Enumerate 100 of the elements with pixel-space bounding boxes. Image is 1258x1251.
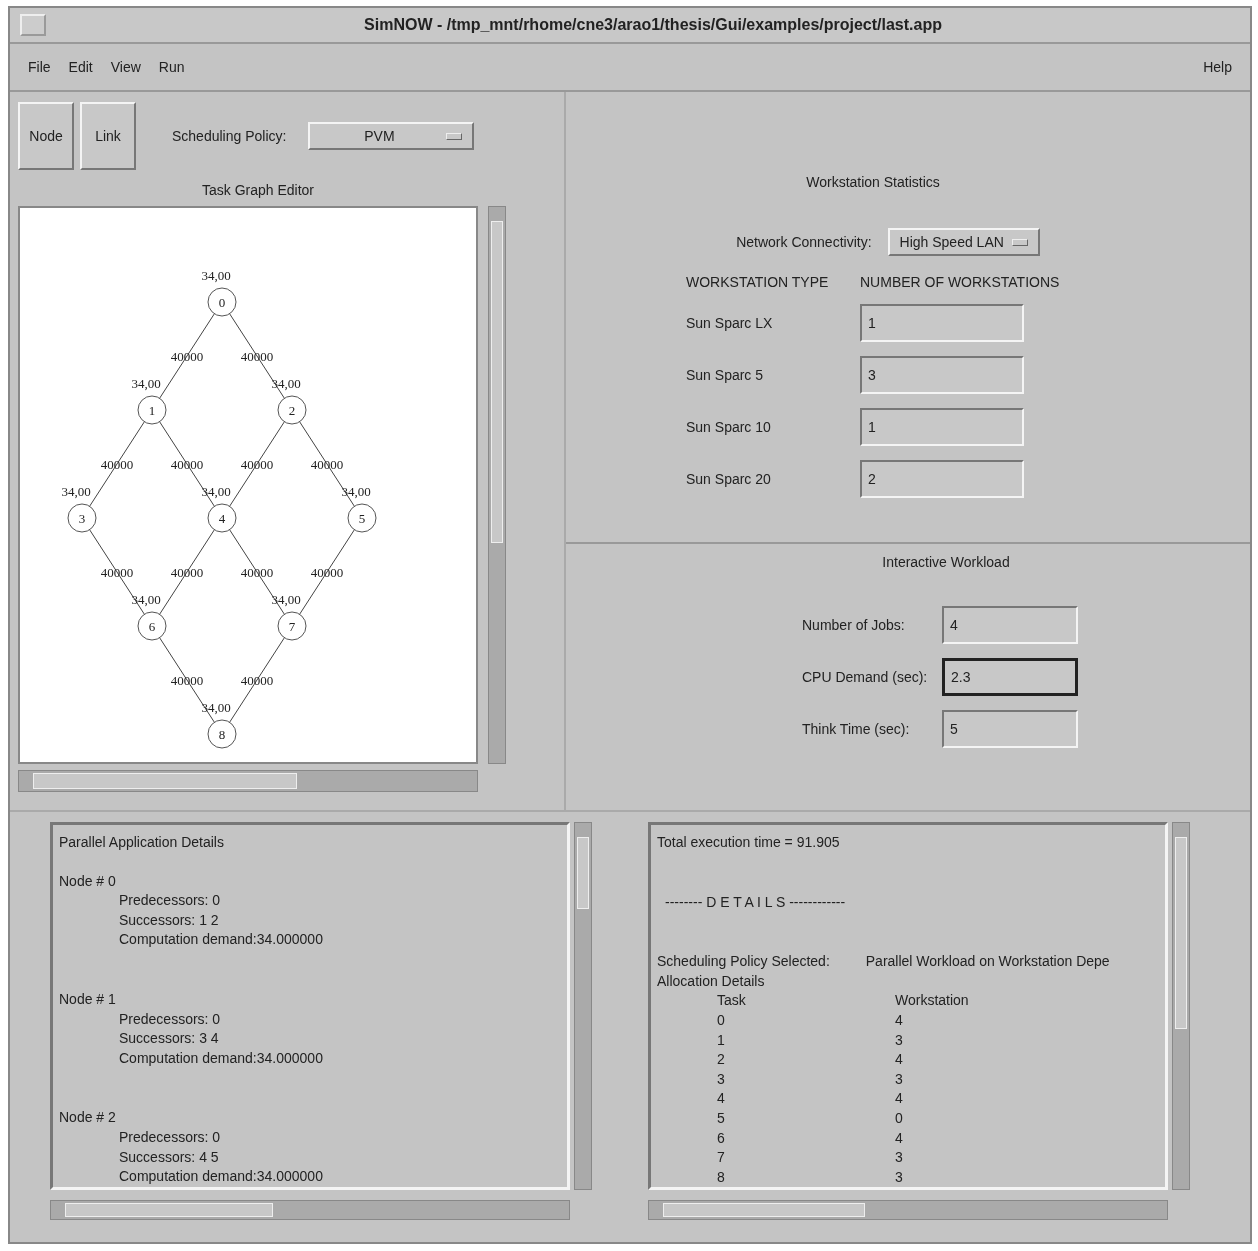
- table-cell-text: 1: [717, 1030, 726, 1050]
- menu-item[interactable]: File: [28, 59, 51, 75]
- detail-line: Computation demand:34.000000: [118, 1167, 324, 1187]
- column-header: WORKSTATION TYPE: [686, 274, 830, 290]
- menu-item[interactable]: View: [110, 59, 141, 75]
- graph-node[interactable]: [207, 503, 237, 533]
- table-cell-text: 3: [895, 1148, 904, 1168]
- table-cell-text: 4: [717, 1089, 726, 1109]
- edge-label: 40000: [240, 565, 274, 580]
- node-weight: 34,00: [201, 700, 231, 715]
- detail-line: Successors: 1 2: [118, 910, 220, 930]
- graph-node[interactable]: [137, 611, 167, 641]
- details-heading: -------- D E T A I L S ------------: [664, 892, 847, 912]
- field-label: Number of Jobs:: [802, 617, 906, 633]
- detail-line: Predecessors: 0: [118, 891, 222, 911]
- detail-line: Predecessors: 0: [118, 1009, 222, 1029]
- count-field[interactable]: 1: [860, 304, 1024, 342]
- vertical-scrollbar[interactable]: [1172, 822, 1190, 1190]
- field-label: Think Time (sec):: [802, 721, 911, 737]
- graph-node[interactable]: [137, 395, 167, 425]
- node-weight: 34,00: [61, 484, 91, 499]
- policy-selected-value: Parallel Workload on Workstation Depe: [865, 952, 1110, 972]
- edge-label: 40000: [100, 565, 134, 580]
- detail-line: Computation demand:34.000000: [118, 930, 324, 950]
- graph-canvas[interactable]: 40000 40000 40000 40000 40000 40000 40000 40000 40000 40000 40000 40000 0 34,00 1 34,00 2 34,00 3 34,00 4 34,00 5 34,00 6 34,00 7 34,00 8 34,00: [18, 206, 478, 764]
- table-cell-text: 3: [895, 1069, 904, 1089]
- node-weight: 34,00: [201, 484, 231, 499]
- window-title: SimNOW - /tmp_mnt/rhome/cne3/arao1/thesis/Gui/examples/project/last.app: [363, 16, 943, 34]
- policy-selected-label: Scheduling Policy Selected:: [657, 952, 830, 972]
- graph-node[interactable]: [347, 503, 377, 533]
- column-header: NUMBER OF WORKSTATIONS: [860, 274, 1061, 290]
- table-cell-text: 3: [717, 1069, 726, 1089]
- edge-label: 40000: [170, 349, 204, 364]
- node-label: 8: [218, 727, 226, 742]
- detail-line: Successors: 3 4: [118, 1029, 220, 1049]
- node-weight: 34,00: [271, 376, 301, 391]
- count-field[interactable]: 3: [860, 356, 1024, 394]
- table-cell-text: 3: [895, 1030, 904, 1050]
- node-weight: 34,00: [271, 592, 301, 607]
- horizontal-scrollbar[interactable]: [50, 1200, 570, 1220]
- count-field[interactable]: 1: [860, 408, 1024, 446]
- section-title: Task Graph Editor: [200, 182, 316, 198]
- node-label: 2: [288, 403, 296, 418]
- edge-label: 40000: [310, 565, 344, 580]
- horizontal-scrollbar[interactable]: [18, 770, 478, 792]
- section-title: Interactive Workload: [882, 554, 1010, 570]
- help-menu[interactable]: Help: [1203, 59, 1232, 75]
- field-label: CPU Demand (sec):: [802, 669, 929, 685]
- graph-node[interactable]: [277, 611, 307, 641]
- workstation-type: Sun Sparc 5: [686, 367, 765, 383]
- table-cell-text: 4: [895, 1089, 904, 1109]
- horizontal-scrollbar[interactable]: [648, 1200, 1168, 1220]
- edge-label: 40000: [170, 673, 204, 688]
- node-label: 7: [288, 619, 296, 634]
- node-weight: 34,00: [131, 592, 161, 607]
- node-label: 6: [148, 619, 156, 634]
- count-field[interactable]: 2: [860, 460, 1024, 498]
- tool-button[interactable]: Link: [80, 102, 136, 170]
- table-cell-text: 2: [717, 1050, 726, 1070]
- node-label: 3: [78, 511, 86, 526]
- edge-label: 40000: [170, 457, 204, 472]
- edge-label: 40000: [310, 457, 344, 472]
- panel-title: Parallel Application Details: [59, 833, 225, 852]
- graph-node[interactable]: [207, 287, 237, 317]
- tool-button[interactable]: Node: [18, 102, 74, 170]
- edge-label: 40000: [100, 457, 134, 472]
- node-weight: 34,00: [131, 376, 161, 391]
- policy-label: Scheduling Policy:: [172, 128, 287, 144]
- workload-field[interactable]: 5: [942, 710, 1078, 748]
- vertical-scrollbar[interactable]: [574, 822, 592, 1190]
- graph-node[interactable]: [67, 503, 97, 533]
- table-cell-text: 5: [717, 1108, 726, 1128]
- table-header: Task: [717, 991, 747, 1011]
- node-heading: Node # 2: [59, 1108, 117, 1128]
- table-cell-text: 0: [895, 1108, 904, 1128]
- section-title: Workstation Statistics: [806, 174, 940, 190]
- workload-field[interactable]: 2.3: [942, 658, 1078, 696]
- results-text-panel[interactable]: [648, 822, 1168, 1190]
- vertical-scrollbar[interactable]: [488, 206, 506, 764]
- edge-label: 40000: [240, 673, 274, 688]
- table-cell-text: 4: [895, 1128, 904, 1148]
- network-dropdown[interactable]: High Speed LAN: [887, 228, 1040, 256]
- table-cell-text: 8: [717, 1167, 726, 1187]
- workload-field[interactable]: 4: [942, 606, 1078, 644]
- network-label: Network Connectivity:: [736, 234, 872, 250]
- menu-item[interactable]: Edit: [68, 59, 93, 75]
- workstation-type: Sun Sparc LX: [686, 315, 774, 331]
- table-cell-text: 4: [895, 1050, 904, 1070]
- menu-item[interactable]: Run: [158, 59, 185, 75]
- table-cell-text: 7: [717, 1148, 726, 1168]
- workstation-type: Sun Sparc 10: [686, 419, 772, 435]
- details-text-panel[interactable]: [50, 822, 570, 1190]
- graph-node[interactable]: [277, 395, 307, 425]
- node-label: 4: [218, 511, 226, 526]
- policy-dropdown[interactable]: PVM: [308, 122, 475, 150]
- table-cell-text: 0: [717, 1010, 726, 1030]
- table-cell-text: 3: [895, 1167, 904, 1187]
- graph-node[interactable]: [207, 719, 237, 749]
- node-label: 1: [148, 403, 156, 418]
- total-time: Total execution time = 91.905: [657, 833, 841, 852]
